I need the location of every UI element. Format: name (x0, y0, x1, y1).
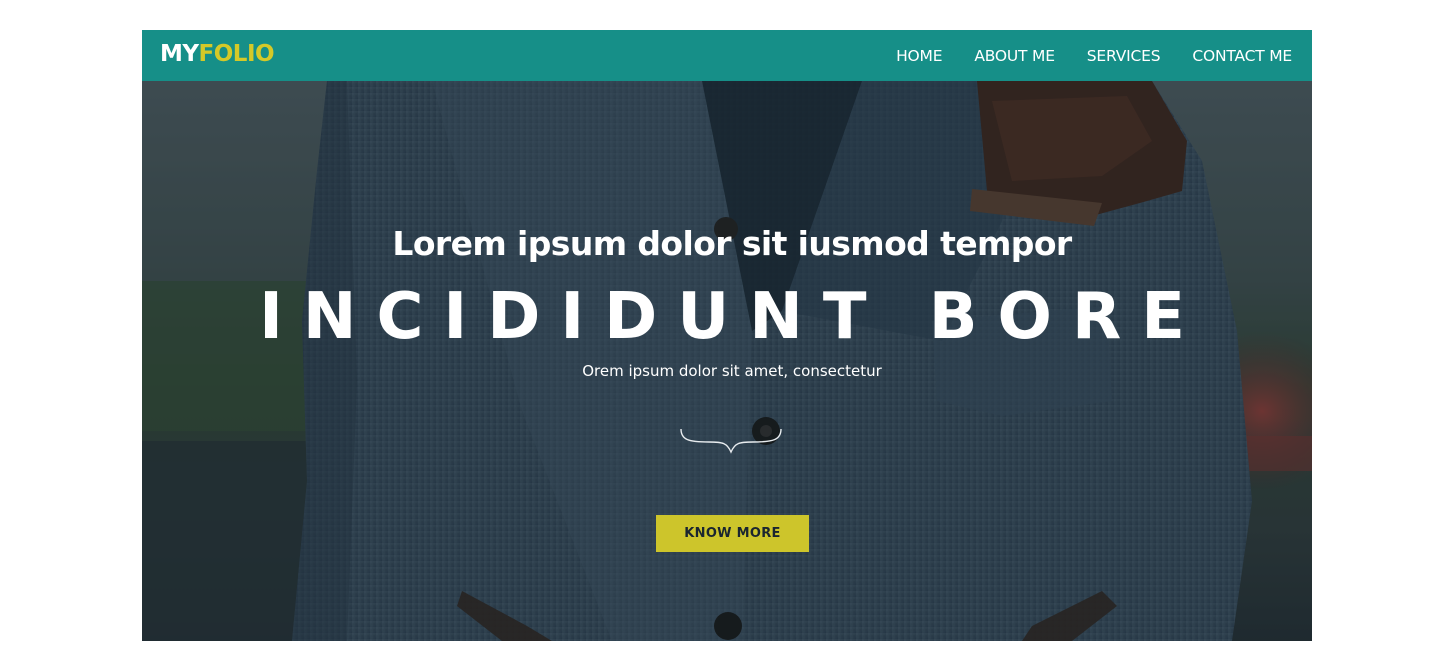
brand-prefix: MY (160, 41, 199, 67)
hero-tagline: Lorem ipsum dolor sit iusmod tempor (392, 224, 1072, 263)
nav-item-contact-me[interactable]: CONTACT ME (1192, 47, 1292, 65)
hero-content: Lorem ipsum dolor sit iusmod tempor INCI… (142, 81, 1312, 641)
navbar: MYFOLIO HOME ABOUT ME SERVICES CONTACT M… (142, 30, 1312, 81)
nav-item-home[interactable]: HOME (896, 47, 942, 65)
brand-suffix: FOLIO (198, 41, 275, 67)
hero-headline: INCIDIDUNT BORE (259, 280, 1205, 354)
hero-subline: Orem ipsum dolor sit amet, consectetur (582, 362, 882, 380)
nav-menu: HOME ABOUT ME SERVICES CONTACT ME (896, 30, 1292, 81)
nav-item-about-me[interactable]: ABOUT ME (974, 47, 1055, 65)
page-frame: MYFOLIO HOME ABOUT ME SERVICES CONTACT M… (142, 30, 1312, 641)
brand-logo[interactable]: MYFOLIO (160, 40, 275, 68)
nav-item-services[interactable]: SERVICES (1087, 47, 1161, 65)
hero-section: Lorem ipsum dolor sit iusmod tempor INCI… (142, 81, 1312, 641)
know-more-button[interactable]: KNOW MORE (656, 515, 809, 552)
curly-brace-divider-icon (680, 428, 782, 454)
